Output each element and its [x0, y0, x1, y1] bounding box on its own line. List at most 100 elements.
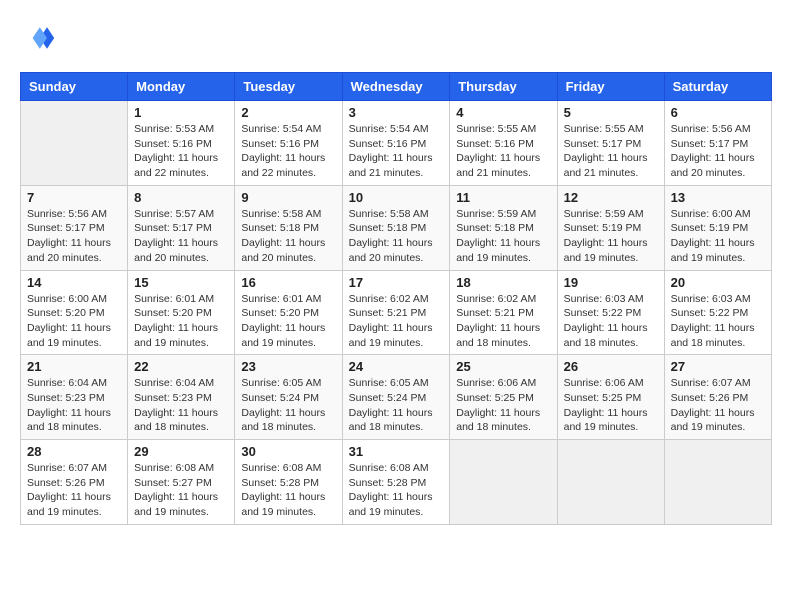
- day-number: 6: [671, 105, 765, 120]
- calendar-cell: 30Sunrise: 6:08 AM Sunset: 5:28 PM Dayli…: [235, 440, 342, 525]
- logo-icon: [20, 20, 56, 56]
- calendar-table: SundayMondayTuesdayWednesdayThursdayFrid…: [20, 72, 772, 525]
- day-number: 19: [564, 275, 658, 290]
- day-info: Sunrise: 6:00 AM Sunset: 5:20 PM Dayligh…: [27, 292, 121, 351]
- day-number: 28: [27, 444, 121, 459]
- calendar-cell: 25Sunrise: 6:06 AM Sunset: 5:25 PM Dayli…: [450, 355, 557, 440]
- calendar-cell: 21Sunrise: 6:04 AM Sunset: 5:23 PM Dayli…: [21, 355, 128, 440]
- calendar-cell: 9 Sunrise: 5:58 AM Sunset: 5:18 PM Daylig…: [235, 185, 342, 270]
- day-number: 4: [456, 105, 550, 120]
- day-number: 24: [349, 359, 444, 374]
- day-number: 3: [349, 105, 444, 120]
- day-number: 5: [564, 105, 658, 120]
- calendar-cell: 6 Sunrise: 5:56 AM Sunset: 5:17 PM Daylig…: [664, 101, 771, 186]
- day-info: Sunrise: 6:04 AM Sunset: 5:23 PM Dayligh…: [134, 376, 228, 435]
- calendar-cell: 28 Sunrise: 6:07 AM Sunset: 5:26 PM Dayli…: [21, 440, 128, 525]
- calendar-cell: [664, 440, 771, 525]
- calendar-cell: 4 Sunrise: 5:55 AM Sunset: 5:16 PM Daylig…: [450, 101, 557, 186]
- calendar-cell: 8Sunrise: 5:57 AM Sunset: 5:17 PM Daylig…: [128, 185, 235, 270]
- day-number: 27: [671, 359, 765, 374]
- day-info: Sunrise: 6:03 AM Sunset: 5:22 PM Dayligh…: [564, 292, 658, 351]
- calendar-cell: 1 Sunrise: 5:53 AM Sunset: 5:16 PM Daylig…: [128, 101, 235, 186]
- calendar-week-row: 1 Sunrise: 5:53 AM Sunset: 5:16 PM Daylig…: [21, 101, 772, 186]
- calendar-cell: [557, 440, 664, 525]
- weekday-header: Saturday: [664, 73, 771, 101]
- calendar-cell: 17 Sunrise: 6:02 AM Sunset: 5:21 PM Dayli…: [342, 270, 450, 355]
- calendar-week-row: 14 Sunrise: 6:00 AM Sunset: 5:20 PM Dayli…: [21, 270, 772, 355]
- calendar-cell: 19 Sunrise: 6:03 AM Sunset: 5:22 PM Dayli…: [557, 270, 664, 355]
- calendar-cell: 20 Sunrise: 6:03 AM Sunset: 5:22 PM Dayli…: [664, 270, 771, 355]
- calendar-cell: 7Sunrise: 5:56 AM Sunset: 5:17 PM Daylig…: [21, 185, 128, 270]
- day-info: Sunrise: 6:01 AM Sunset: 5:20 PM Dayligh…: [241, 292, 335, 351]
- calendar-cell: 14 Sunrise: 6:00 AM Sunset: 5:20 PM Dayli…: [21, 270, 128, 355]
- day-number: 12: [564, 190, 658, 205]
- day-number: 15: [134, 275, 228, 290]
- day-number: 10: [349, 190, 444, 205]
- weekday-header: Sunday: [21, 73, 128, 101]
- day-info: Sunrise: 6:00 AM Sunset: 5:19 PM Dayligh…: [671, 207, 765, 266]
- day-info: Sunrise: 6:08 AM Sunset: 5:28 PM Dayligh…: [349, 461, 444, 520]
- day-info: Sunrise: 5:58 AM Sunset: 5:18 PM Dayligh…: [241, 207, 335, 266]
- calendar-body: 1 Sunrise: 5:53 AM Sunset: 5:16 PM Daylig…: [21, 101, 772, 525]
- calendar-cell: 26 Sunrise: 6:06 AM Sunset: 5:25 PM Dayli…: [557, 355, 664, 440]
- day-number: 20: [671, 275, 765, 290]
- calendar-cell: [450, 440, 557, 525]
- day-number: 16: [241, 275, 335, 290]
- day-info: Sunrise: 6:06 AM Sunset: 5:25 PM Dayligh…: [456, 376, 550, 435]
- day-info: Sunrise: 6:02 AM Sunset: 5:21 PM Dayligh…: [349, 292, 444, 351]
- weekday-header: Wednesday: [342, 73, 450, 101]
- day-info: Sunrise: 6:08 AM Sunset: 5:28 PM Dayligh…: [241, 461, 335, 520]
- day-info: Sunrise: 6:07 AM Sunset: 5:26 PM Dayligh…: [27, 461, 121, 520]
- calendar-cell: 11 Sunrise: 5:59 AM Sunset: 5:18 PM Dayli…: [450, 185, 557, 270]
- day-info: Sunrise: 5:56 AM Sunset: 5:17 PM Dayligh…: [671, 122, 765, 181]
- day-info: Sunrise: 5:55 AM Sunset: 5:17 PM Dayligh…: [564, 122, 658, 181]
- weekday-header: Tuesday: [235, 73, 342, 101]
- calendar-cell: 16 Sunrise: 6:01 AM Sunset: 5:20 PM Dayli…: [235, 270, 342, 355]
- calendar-cell: 18 Sunrise: 6:02 AM Sunset: 5:21 PM Dayli…: [450, 270, 557, 355]
- day-info: Sunrise: 5:59 AM Sunset: 5:19 PM Dayligh…: [564, 207, 658, 266]
- calendar-cell: 2 Sunrise: 5:54 AM Sunset: 5:16 PM Daylig…: [235, 101, 342, 186]
- day-info: Sunrise: 6:06 AM Sunset: 5:25 PM Dayligh…: [564, 376, 658, 435]
- day-info: Sunrise: 6:05 AM Sunset: 5:24 PM Dayligh…: [349, 376, 444, 435]
- day-info: Sunrise: 5:55 AM Sunset: 5:16 PM Dayligh…: [456, 122, 550, 181]
- day-info: Sunrise: 6:07 AM Sunset: 5:26 PM Dayligh…: [671, 376, 765, 435]
- calendar-cell: 5 Sunrise: 5:55 AM Sunset: 5:17 PM Daylig…: [557, 101, 664, 186]
- page-header: [20, 20, 772, 56]
- day-info: Sunrise: 6:01 AM Sunset: 5:20 PM Dayligh…: [134, 292, 228, 351]
- day-number: 31: [349, 444, 444, 459]
- calendar-cell: 27 Sunrise: 6:07 AM Sunset: 5:26 PM Dayli…: [664, 355, 771, 440]
- calendar-cell: 23Sunrise: 6:05 AM Sunset: 5:24 PM Dayli…: [235, 355, 342, 440]
- day-info: Sunrise: 6:02 AM Sunset: 5:21 PM Dayligh…: [456, 292, 550, 351]
- day-number: 21: [27, 359, 121, 374]
- day-number: 22: [134, 359, 228, 374]
- calendar-cell: 24 Sunrise: 6:05 AM Sunset: 5:24 PM Dayli…: [342, 355, 450, 440]
- day-info: Sunrise: 5:54 AM Sunset: 5:16 PM Dayligh…: [349, 122, 444, 181]
- day-number: 26: [564, 359, 658, 374]
- day-info: Sunrise: 6:08 AM Sunset: 5:27 PM Dayligh…: [134, 461, 228, 520]
- day-number: 1: [134, 105, 228, 120]
- day-number: 29: [134, 444, 228, 459]
- day-number: 11: [456, 190, 550, 205]
- day-number: 17: [349, 275, 444, 290]
- day-info: Sunrise: 6:03 AM Sunset: 5:22 PM Dayligh…: [671, 292, 765, 351]
- day-number: 18: [456, 275, 550, 290]
- day-number: 9: [241, 190, 335, 205]
- day-info: Sunrise: 5:59 AM Sunset: 5:18 PM Dayligh…: [456, 207, 550, 266]
- calendar-cell: 29 Sunrise: 6:08 AM Sunset: 5:27 PM Dayli…: [128, 440, 235, 525]
- day-number: 2: [241, 105, 335, 120]
- calendar-cell: [21, 101, 128, 186]
- calendar-cell: 31 Sunrise: 6:08 AM Sunset: 5:28 PM Dayli…: [342, 440, 450, 525]
- calendar-week-row: 21 Sunrise: 6:04 AM Sunset: 5:23 PM Dayli…: [21, 355, 772, 440]
- calendar-cell: 22 Sunrise: 6:04 AM Sunset: 5:23 PM Dayli…: [128, 355, 235, 440]
- day-info: Sunrise: 5:54 AM Sunset: 5:16 PM Dayligh…: [241, 122, 335, 181]
- weekday-header: Friday: [557, 73, 664, 101]
- calendar-cell: 13 Sunrise: 6:00 AM Sunset: 5:19 PM Dayli…: [664, 185, 771, 270]
- day-number: 13: [671, 190, 765, 205]
- day-number: 7: [27, 190, 121, 205]
- day-info: Sunrise: 5:53 AM Sunset: 5:16 PM Dayligh…: [134, 122, 228, 181]
- calendar-cell: 12 Sunrise: 5:59 AM Sunset: 5:19 PM Dayli…: [557, 185, 664, 270]
- calendar-week-row: 7Sunrise: 5:56 AM Sunset: 5:17 PM Daylig…: [21, 185, 772, 270]
- day-number: 8: [134, 190, 228, 205]
- weekday-header: Thursday: [450, 73, 557, 101]
- day-number: 14: [27, 275, 121, 290]
